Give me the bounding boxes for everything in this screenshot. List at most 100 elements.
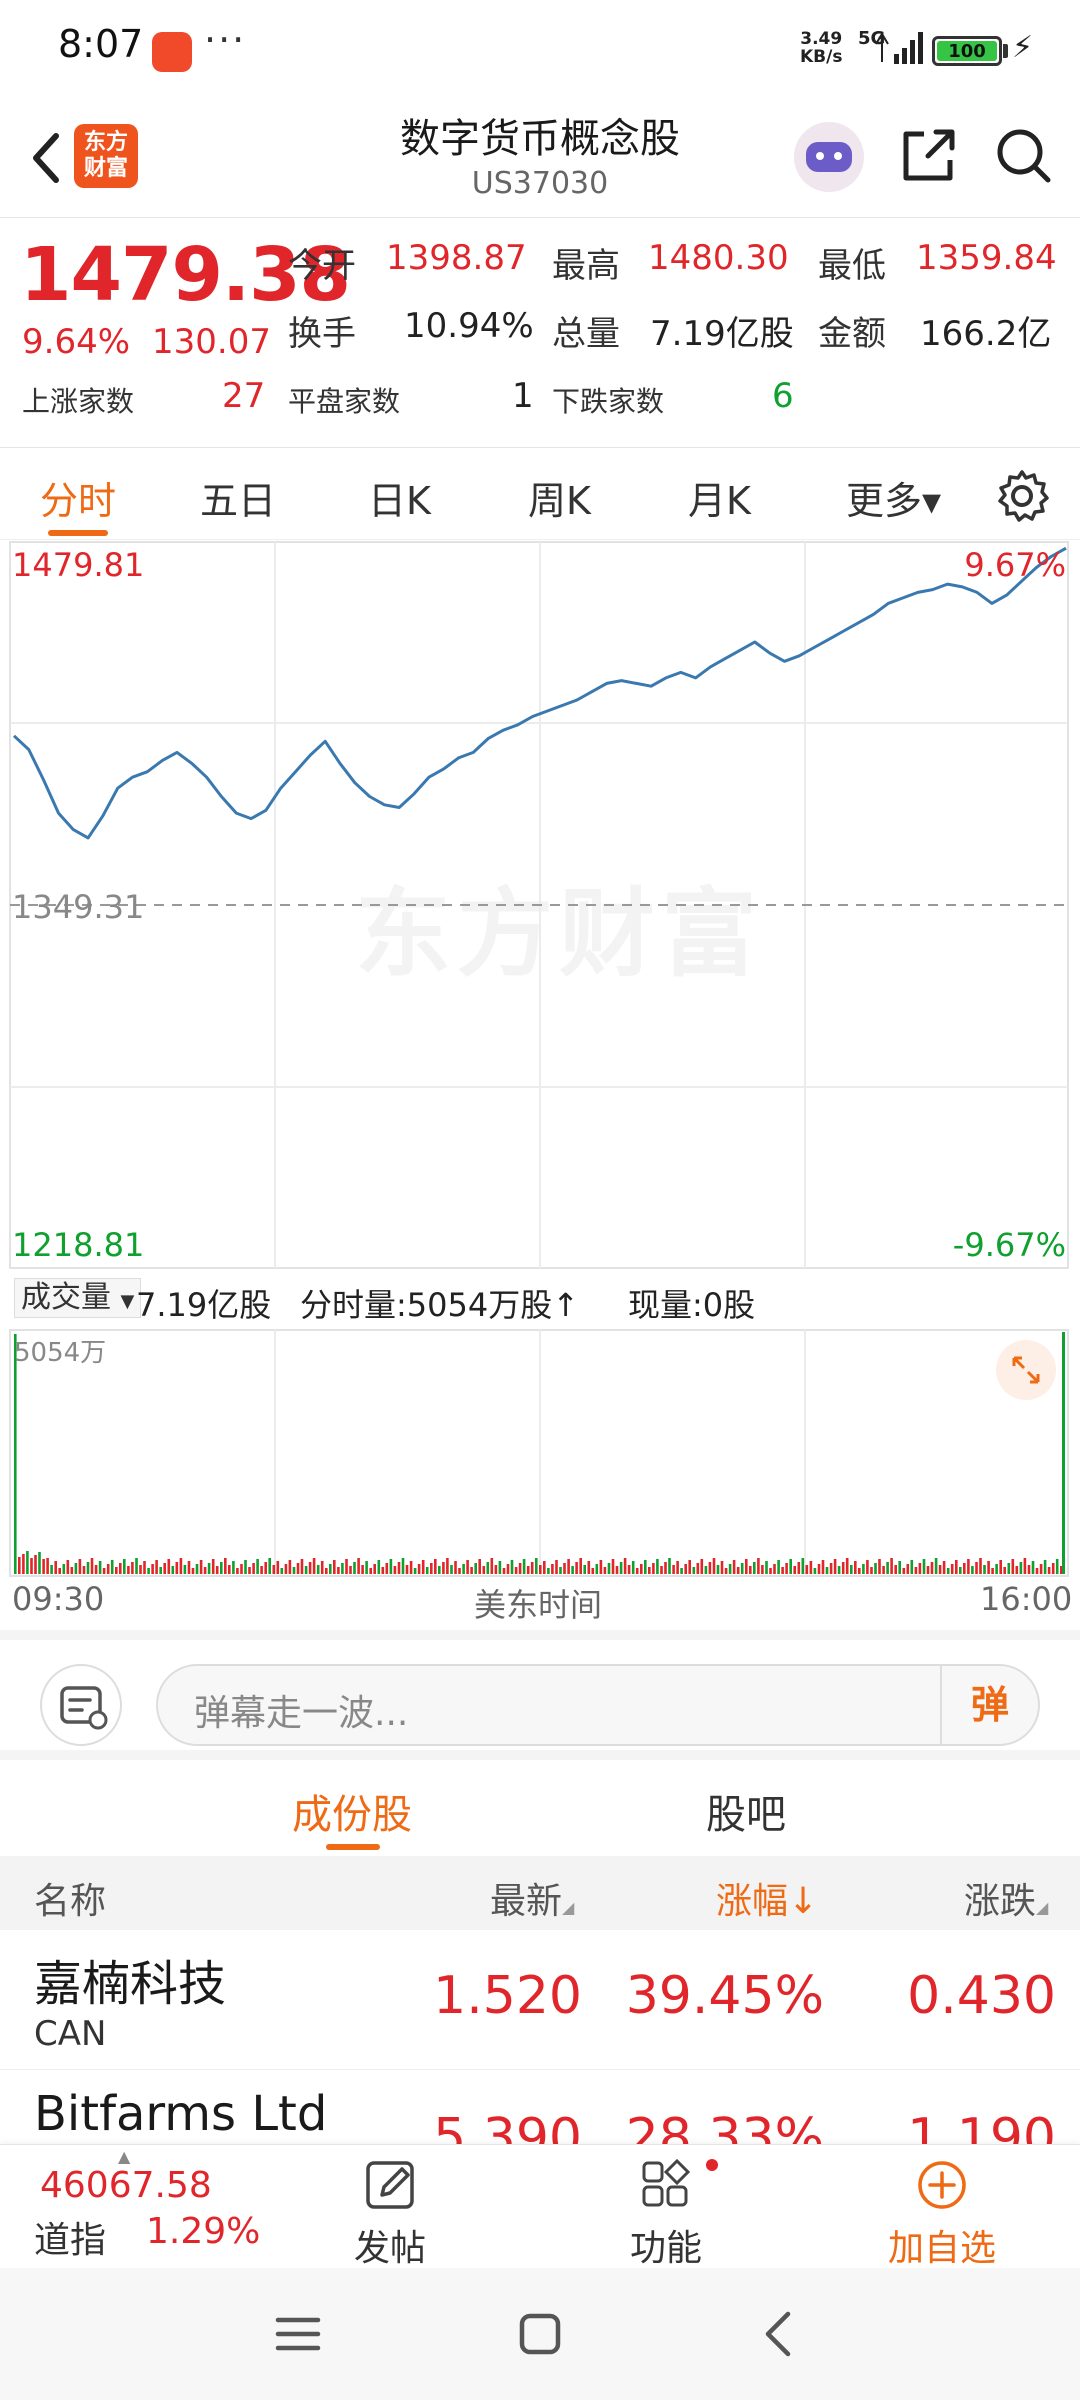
- volume-bar: [979, 1558, 982, 1574]
- gear-icon[interactable]: [994, 468, 1050, 524]
- volume-bar: [397, 1562, 401, 1574]
- volume-bar: [736, 1567, 740, 1574]
- volume-bar: [409, 1561, 413, 1574]
- volume-bar: [349, 1566, 352, 1574]
- volume-bar: [1007, 1563, 1011, 1574]
- table-row[interactable]: 嘉楠科技 CAN 1.520 39.45% 0.430: [0, 1930, 1080, 2070]
- volume-bar: [119, 1563, 122, 1574]
- ai-assistant-avatar[interactable]: [794, 122, 864, 192]
- volume-bar: [514, 1567, 518, 1574]
- volume-bar: [551, 1564, 554, 1574]
- robot-icon: [806, 142, 852, 172]
- post-button[interactable]: 发帖: [320, 2155, 460, 2269]
- volume-bar: [450, 1565, 453, 1574]
- volume-bar: [700, 1559, 704, 1574]
- volume-bar: [1031, 1561, 1035, 1574]
- volume-bar: [502, 1568, 506, 1574]
- volume-bar: [914, 1567, 918, 1574]
- intraday-chart[interactable]: 东方财富 1479.81 1349.31 1218.81 9.67% -9.67…: [0, 540, 1080, 1270]
- volume-bar: [817, 1564, 821, 1574]
- danmaku-send-button[interactable]: 弹: [940, 1666, 1038, 1744]
- tab-intraday[interactable]: 分时: [40, 470, 116, 525]
- volume-bar: [175, 1562, 179, 1574]
- amount-label: 金额: [818, 314, 886, 354]
- volume-bar: [393, 1566, 397, 1574]
- col-latest[interactable]: 最新◢: [490, 1872, 574, 1924]
- quote-panel: 1479.38 9.64% 130.07 今开 1398.87 最高 1480.…: [0, 218, 1080, 448]
- status-time: 8:07: [58, 22, 144, 66]
- tab-active-indicator: [48, 530, 108, 536]
- network-speed-value: 3.49: [800, 29, 843, 49]
- volume-bar: [329, 1564, 332, 1574]
- volume-bar: [377, 1560, 381, 1574]
- app-notification-icon: [152, 32, 192, 72]
- danmaku-input[interactable]: 弹幕走一波... 弹: [156, 1664, 1040, 1746]
- volume-bar: [199, 1560, 203, 1574]
- volume-bar: [963, 1563, 966, 1574]
- sub-tabs: 成份股 股吧: [0, 1760, 1080, 1856]
- tab-five-day[interactable]: 五日: [200, 470, 276, 525]
- volume-bar: [195, 1564, 199, 1574]
- volume-bar: [950, 1564, 954, 1574]
- volume-bar: [308, 1562, 312, 1574]
- tab-forum[interactable]: 股吧: [706, 1782, 786, 1840]
- tab-daily-k[interactable]: 日K: [368, 470, 431, 525]
- volume-bar: [421, 1560, 425, 1574]
- period-tabs: 分时 五日 日K 周K 月K 更多▾: [0, 448, 1080, 540]
- volume-bar: [1035, 1568, 1039, 1574]
- volume-bar: [102, 1568, 106, 1574]
- home-icon[interactable]: [512, 2306, 568, 2362]
- search-icon[interactable]: [992, 124, 1054, 186]
- bottom-action-bar: ▲ 46067.58 道指 1.29% 发帖 功能 加自选: [0, 2144, 1080, 2269]
- tab-more[interactable]: 更多▾: [846, 470, 941, 525]
- col-change[interactable]: 涨跌◢: [964, 1872, 1048, 1924]
- volume-bar: [405, 1565, 409, 1574]
- volume-bar: [530, 1562, 534, 1574]
- sort-icon: ◢: [562, 1898, 575, 1917]
- volume-bar: [769, 1568, 772, 1574]
- volume-bar: [54, 1561, 57, 1574]
- function-button[interactable]: 功能: [596, 2155, 736, 2269]
- table-header: 名称 最新◢ 涨幅↓ 涨跌◢: [0, 1856, 1080, 1930]
- post-label: 发帖: [353, 2228, 426, 2269]
- col-change-pct[interactable]: 涨幅↓: [716, 1872, 818, 1924]
- volume-bar: [34, 1555, 37, 1574]
- volume-bar: [389, 1559, 393, 1574]
- volume-bar: [430, 1563, 433, 1574]
- volume-bar: [1015, 1566, 1019, 1574]
- danmaku-bar: 弹幕走一波... 弹: [0, 1630, 1080, 1760]
- open-label: 今开: [288, 246, 356, 286]
- volume-bar: [882, 1566, 885, 1574]
- volume-bar: [147, 1568, 150, 1574]
- menu-icon[interactable]: [270, 2306, 326, 2362]
- volume-indicator-select[interactable]: 成交量 ▼: [14, 1278, 142, 1318]
- add-watchlist-button[interactable]: 加自选: [872, 2155, 1012, 2269]
- volume-bar: [300, 1559, 304, 1574]
- danmaku-settings-button[interactable]: [40, 1664, 122, 1746]
- volume-bar: [922, 1559, 926, 1574]
- volume-bar: [442, 1562, 445, 1574]
- y-min-label: 1218.81: [12, 1226, 145, 1264]
- tab-constituents[interactable]: 成份股: [292, 1782, 412, 1840]
- tab-weekly-k[interactable]: 周K: [528, 470, 591, 525]
- apps-grid-icon: [642, 2158, 718, 2207]
- volume-bar: [789, 1559, 792, 1574]
- dow-index-widget[interactable]: ▲ 46067.58 道指 1.29%: [0, 2145, 270, 2269]
- volume-bar: [110, 1560, 114, 1574]
- volume-bar: [583, 1565, 586, 1574]
- volume-chart[interactable]: 5054万: [0, 1328, 1080, 1578]
- volume-bar: [644, 1560, 647, 1574]
- volume-bar: [837, 1566, 841, 1574]
- volume-bar: [163, 1563, 166, 1574]
- volume-bar: [599, 1560, 603, 1574]
- volume-bar: [983, 1565, 986, 1574]
- share-icon[interactable]: [898, 124, 960, 186]
- back-icon[interactable]: [752, 2306, 808, 2362]
- volume-bar: [38, 1552, 41, 1574]
- volume-bar: [486, 1562, 490, 1574]
- volume-bar: [753, 1562, 756, 1574]
- volume-bar: [801, 1558, 805, 1574]
- volume-bar: [910, 1560, 914, 1574]
- tab-monthly-k[interactable]: 月K: [688, 470, 751, 525]
- volume-bar: [575, 1562, 578, 1574]
